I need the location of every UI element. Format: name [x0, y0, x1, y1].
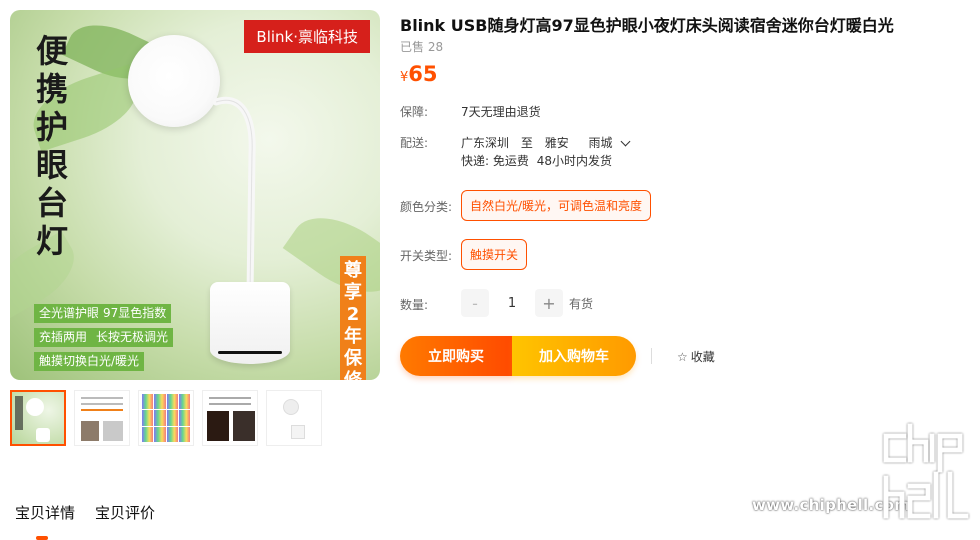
product-title: Blink USB随身灯高97显色护眼小夜灯床头阅读宿舍迷你台灯暖白光 [400, 16, 894, 35]
thumbnail-strip [10, 390, 322, 446]
detail-tabs: 宝贝详情 宝贝评价 [15, 502, 155, 523]
thumbnail-2[interactable] [74, 390, 130, 446]
favorite-label: 收藏 [690, 350, 715, 364]
buy-now-button[interactable]: 立即购买 [400, 336, 512, 376]
thumb-lamp-head [26, 398, 44, 416]
thumb-text [15, 396, 23, 430]
product-page: 便携护眼台灯 Blink·禀临科技 尊享2年保修 全光谱护眼 97显色指数 充插… [0, 0, 980, 540]
shipping-dest-district: 雨城 [588, 136, 613, 150]
thumb-spectrum [166, 394, 178, 410]
feature-badge: 触摸切换白光/暖光 [34, 352, 145, 371]
tab-item-details[interactable]: 宝贝详情 [15, 502, 75, 523]
thumb-photo [81, 421, 99, 441]
chiphell-logo [883, 423, 969, 519]
thumb-lamp-base [291, 425, 305, 439]
quantity-minus-button[interactable]: - [461, 289, 489, 317]
active-tab-indicator [36, 536, 48, 540]
thumb-line [81, 397, 123, 399]
sold-count: 已售 28 [400, 40, 444, 54]
thumb-spectrum [142, 410, 154, 426]
thumb-spectrum [154, 394, 166, 410]
shipping-route[interactable]: 广东深圳 至 雅安 雨城 [461, 134, 631, 151]
thumb-line [209, 397, 251, 399]
thumb-line [81, 409, 123, 411]
thumb-spectrum [142, 426, 154, 442]
thumb-spectrum [178, 394, 190, 410]
shipping-dest-city: 雅安 [544, 136, 569, 150]
lamp-head-illustration [128, 35, 220, 127]
guarantee-label: 保障: [400, 105, 429, 119]
thumb-line [81, 403, 123, 405]
thumbnail-3[interactable] [138, 390, 194, 446]
guarantee-value: 7天无理由退货 [461, 105, 541, 119]
thumbnail-5[interactable] [266, 390, 322, 446]
thumb-lamp-base [36, 428, 50, 442]
brand-tag: Blink·禀临科技 [244, 20, 370, 53]
thumb-photo [207, 411, 229, 441]
image-vertical-title: 便携护眼台灯 [35, 32, 68, 260]
color-option-selected[interactable]: 自然白光/暖光，可调色温和亮度 [461, 190, 652, 221]
lamp-base-illustration [210, 282, 290, 364]
shipping-info: 快递: 免运费 48小时内发货 [461, 152, 612, 169]
quantity-input[interactable]: 1 [489, 289, 535, 317]
thumb-spectrum [166, 426, 178, 442]
feature-badge: 97显色指数 [98, 304, 172, 323]
shipping-label: 配送: [400, 136, 429, 150]
quantity-stepper: - 1 + 有货 [461, 289, 593, 317]
lamp-ring [218, 351, 282, 354]
star-outline-icon: ☆ [677, 349, 688, 364]
tab-item-reviews[interactable]: 宝贝评价 [95, 502, 155, 523]
thumb-spectrum [154, 410, 166, 426]
warranty-banner: 尊享2年保修 [340, 256, 366, 380]
shipping-dispatch: 48小时内发货 [536, 154, 612, 168]
thumb-spectrum [142, 394, 154, 410]
quantity-plus-button[interactable]: + [535, 289, 563, 317]
shipping-to-word: 至 [520, 136, 533, 150]
thumb-lamp-head [283, 399, 299, 415]
feature-badge: 充插两用 [34, 328, 93, 347]
thumb-spectrum [178, 426, 190, 442]
thumb-line [209, 403, 251, 405]
divider [651, 348, 652, 364]
thumb-spectrum [166, 410, 178, 426]
lamp-neck-illustration [212, 96, 256, 298]
thumbnail-4[interactable] [202, 390, 258, 446]
color-label: 颜色分类: [400, 200, 453, 214]
switch-option-selected[interactable]: 触摸开关 [461, 239, 528, 270]
shipping-express: 快递: 免运费 [461, 154, 529, 168]
chevron-down-icon[interactable] [620, 136, 631, 147]
add-to-cart-button[interactable]: 加入购物车 [512, 336, 636, 376]
feature-badge: 长按无极调光 [91, 328, 174, 347]
main-product-image[interactable]: 便携护眼台灯 Blink·禀临科技 尊享2年保修 全光谱护眼 97显色指数 充插… [10, 10, 380, 380]
feature-badge: 全光谱护眼 [34, 304, 105, 323]
favorite-button[interactable]: ☆ 收藏 [677, 348, 715, 365]
thumb-photo [103, 421, 123, 441]
price-value: 65 [408, 62, 438, 86]
thumbnail-1[interactable] [10, 390, 66, 446]
shipping-from: 广东深圳 [461, 136, 510, 150]
thumb-photo [233, 411, 255, 441]
quantity-label: 数量: [400, 298, 429, 312]
thumb-spectrum [178, 410, 190, 426]
thumb-spectrum [154, 426, 166, 442]
price: ¥65 [400, 62, 438, 86]
stock-status: 有货 [569, 296, 594, 311]
switch-label: 开关类型: [400, 249, 453, 263]
